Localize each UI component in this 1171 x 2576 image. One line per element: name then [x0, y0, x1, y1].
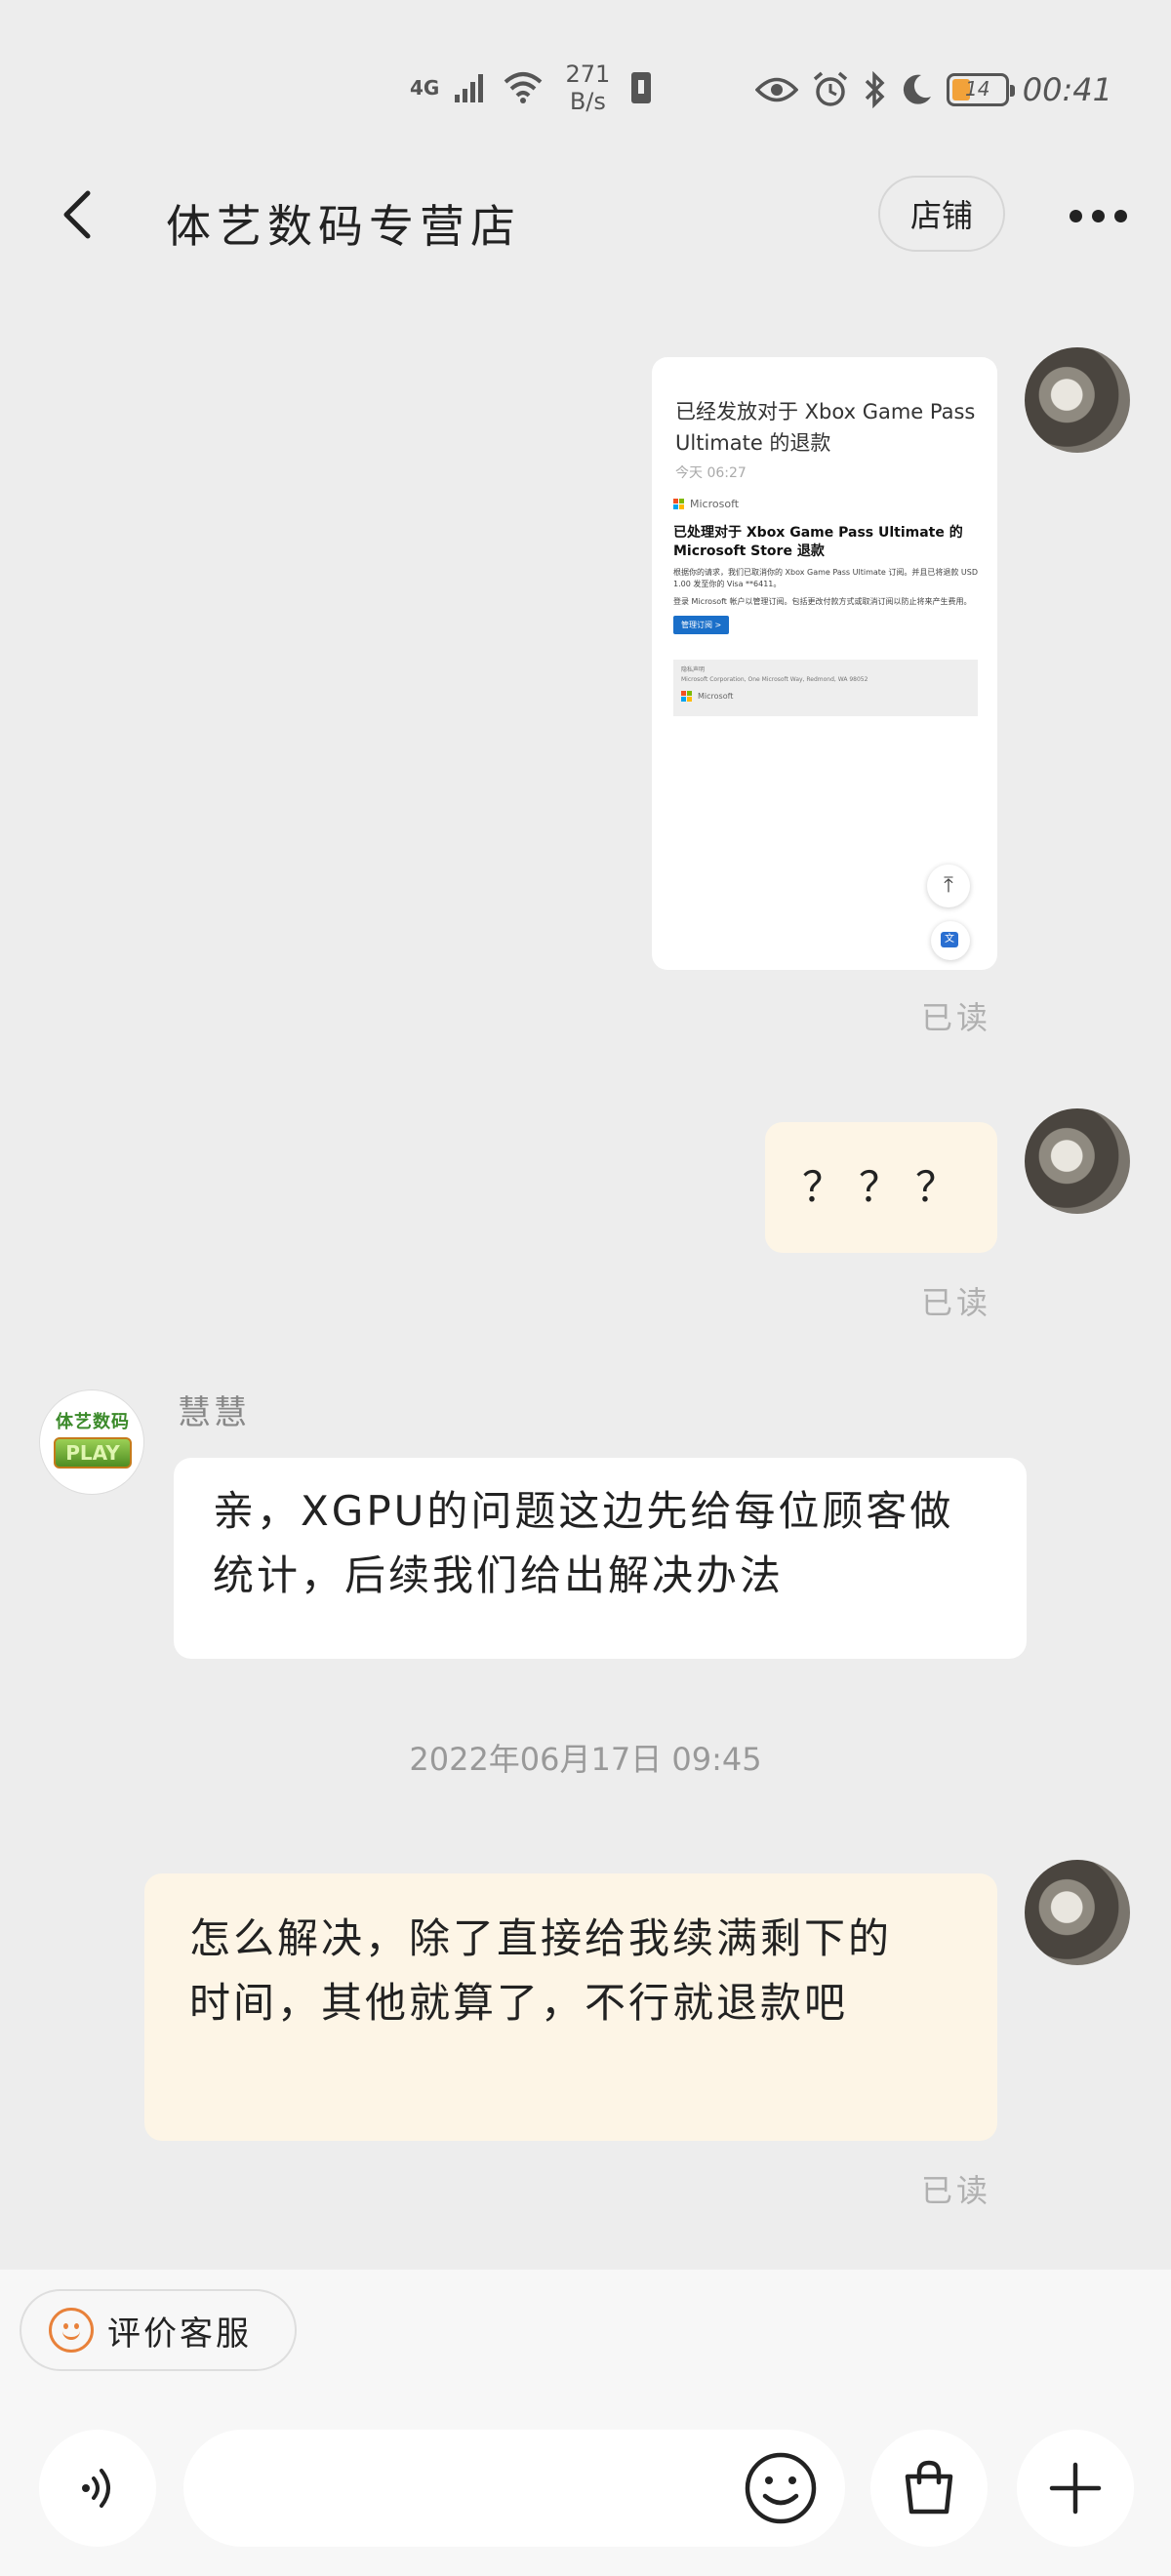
network-speed: 271 B/s [558, 60, 617, 115]
more-button[interactable] [1070, 201, 1132, 230]
page-title: 体艺数码专营店 [166, 200, 521, 253]
scroll-top-icon: ⤒ [927, 865, 970, 907]
plus-button[interactable] [1017, 2430, 1134, 2547]
read-receipt: 已读 [921, 1284, 992, 1321]
status-right: 14 00:41 [754, 62, 1112, 117]
chevron-left-icon [63, 190, 91, 239]
mail-footer: 隐私声明 Microsoft Corporation, One Microsof… [673, 660, 978, 716]
mail-body-2: 登录 Microsoft 帐户以管理订阅。包括更改付款方式或取消订阅以防止将来产… [673, 597, 972, 606]
signal-icon [455, 74, 484, 102]
speed-value: 271 [565, 60, 611, 88]
smile-outline-icon [49, 2308, 94, 2353]
shopping-bag-icon [905, 2460, 953, 2515]
screenshot-date: 今天 06:27 [675, 465, 747, 481]
moon-icon [903, 74, 931, 104]
alarm-icon [813, 71, 847, 106]
battery-level: 14 [965, 77, 990, 101]
smile-icon [745, 2452, 817, 2524]
message-text: ？？？ [802, 1163, 973, 1211]
message-input[interactable] [183, 2430, 845, 2547]
clock: 00:41 [1022, 71, 1112, 108]
battery-icon: 14 [946, 73, 1015, 106]
more-dots-icon [1070, 209, 1082, 222]
network-type: 4G [410, 76, 440, 100]
microsoft-logo: Microsoft [673, 498, 978, 510]
chat-header: 体艺数码专营店 店铺 [0, 172, 1171, 260]
speed-unit: B/s [569, 88, 606, 115]
mail-footer-line-2: Microsoft Corporation, One Microsoft Way… [681, 676, 868, 683]
read-receipt: 已读 [921, 999, 992, 1036]
status-left: 4G 271 B/s [410, 59, 652, 117]
rate-service-button[interactable]: 评价客服 [20, 2289, 297, 2371]
shop-avatar[interactable]: 体艺数码 PLAY [39, 1389, 144, 1495]
shop-message-bubble[interactable]: 亲，XGPU的问题这边先给每位顾客做统计，后续我们给出解决办法 [174, 1458, 1027, 1659]
read-receipt: 已读 [921, 2172, 992, 2209]
eye-icon [754, 77, 798, 102]
shop-logo-bottom: PLAY [54, 1437, 132, 1469]
message-text: 怎么解决，除了直接给我续满剩下的时间，其他就算了，不行就退款吧 [189, 1914, 893, 2027]
shop-logo-top: 体艺数码 [56, 1412, 130, 1432]
sim-card-icon [631, 72, 652, 103]
bluetooth-icon [865, 71, 885, 108]
footer-brand: Microsoft [698, 691, 734, 701]
mail-manage-button: 管理订阅 > [673, 616, 730, 634]
mail-footer-line-1: 隐私声明 [681, 666, 706, 673]
translate-icon: 文 [931, 921, 970, 960]
shop-logo: 体艺数码 PLAY [52, 1410, 134, 1476]
message-text: 亲，XGPU的问题这边先给每位顾客做统计，后续我们给出解决办法 [213, 1487, 954, 1599]
sender-name: 慧慧 [178, 1393, 250, 1432]
bottom-bar: 评价客服 [0, 2270, 1171, 2576]
mail-brand: Microsoft [690, 498, 740, 510]
my-avatar[interactable] [1025, 1108, 1130, 1214]
emoji-button[interactable] [740, 2447, 822, 2529]
rate-service-label: 评价客服 [107, 2314, 252, 2354]
mail-body-1: 根据你的请求，我们已取消你的 Xbox Game Pass Ultimate 订… [673, 568, 979, 588]
status-bar: 4G 271 B/s 14 00:41 [0, 0, 1171, 172]
footer-microsoft-logo: Microsoft [681, 691, 970, 702]
my-message-bubble[interactable]: ？？？ [765, 1122, 997, 1253]
plus-icon [1049, 2462, 1102, 2515]
voice-icon [82, 2469, 110, 2508]
my-avatar[interactable] [1025, 347, 1130, 453]
timestamp: 2022年06月17日 09:45 [409, 1741, 762, 1778]
voice-button[interactable] [39, 2430, 156, 2547]
shop-bag-button[interactable] [870, 2430, 988, 2547]
email-preview: Microsoft 已处理对于 Xbox Game Pass Ultimate … [673, 498, 978, 644]
my-avatar[interactable] [1025, 1860, 1130, 1965]
microsoft-squares-icon [673, 499, 684, 509]
shop-button[interactable]: 店铺 [878, 176, 1005, 252]
back-button[interactable] [55, 185, 103, 244]
screenshot-heading: 已经发放对于 Xbox Game Pass Ultimate 的退款 [675, 400, 976, 455]
screenshot-image-message[interactable]: 已经发放对于 Xbox Game Pass Ultimate 的退款 今天 06… [652, 357, 997, 970]
my-message-bubble[interactable]: 怎么解决，除了直接给我续满剩下的时间，其他就算了，不行就退款吧 [144, 1873, 997, 2141]
wifi-icon [505, 72, 543, 103]
microsoft-squares-icon [681, 691, 692, 702]
mail-title: 已处理对于 Xbox Game Pass Ultimate 的 Microsof… [673, 525, 963, 559]
